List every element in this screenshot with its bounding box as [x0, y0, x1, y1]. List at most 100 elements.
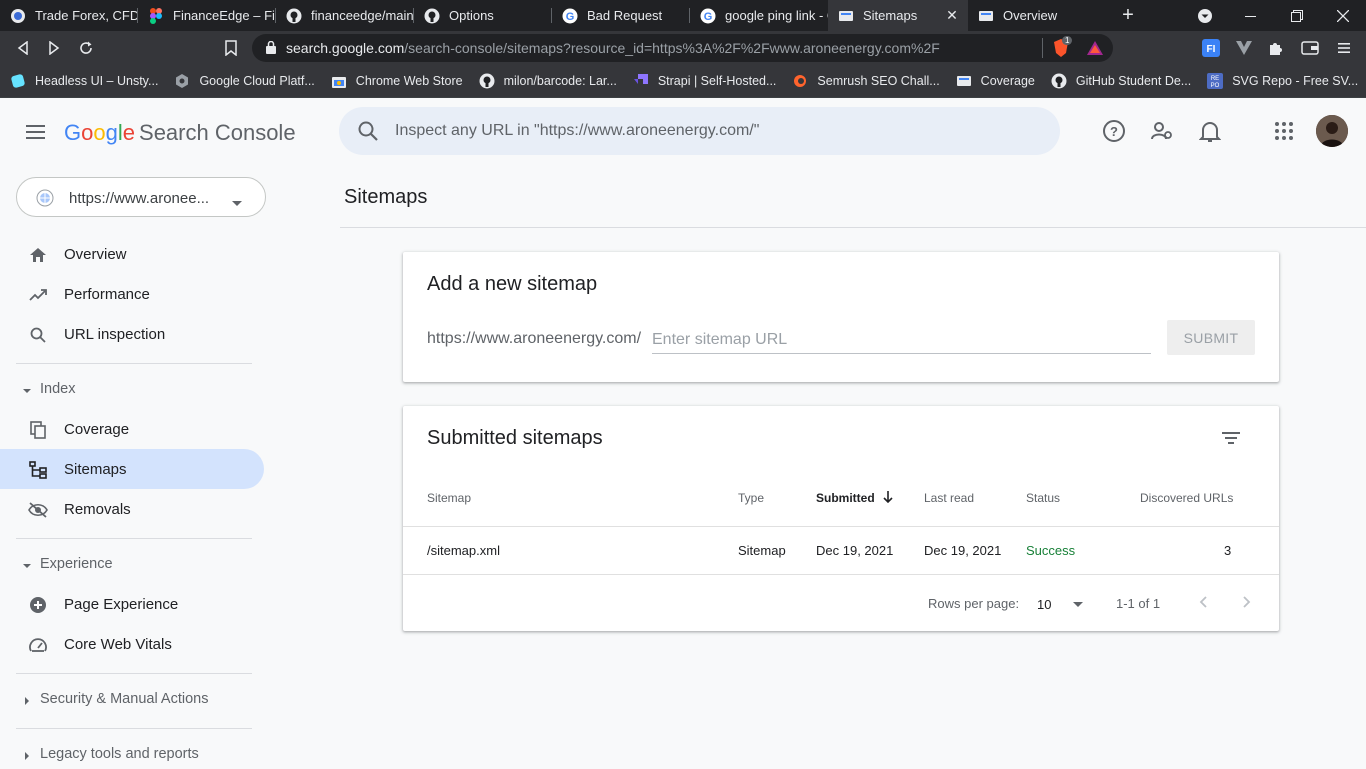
bookmark-item[interactable]: Chrome Web Store [331, 73, 463, 89]
bookmark-icon[interactable] [220, 37, 242, 59]
sidebar-item-label: Removals [64, 501, 131, 518]
column-header-submitted[interactable]: Submitted [816, 491, 893, 506]
avatar[interactable] [1316, 115, 1348, 147]
sidebar-item-page-experience[interactable]: Page Experience [0, 584, 264, 624]
address-bar[interactable]: search.google.com/search-console/sitemap… [252, 34, 1113, 62]
back-icon[interactable] [12, 37, 34, 59]
bookmark-item[interactable]: Headless UI – Unsty... [10, 73, 158, 89]
close-window-icon[interactable] [1320, 0, 1366, 31]
divider [16, 538, 252, 539]
forex-icon [10, 8, 26, 24]
browser-tab-bar: Trade Forex, CFDs a FinanceEdge – Figm f… [0, 0, 1366, 31]
rows-per-page-select[interactable]: 10 [1037, 596, 1084, 612]
section-security-manual-actions[interactable]: Security & Manual Actions [0, 684, 264, 714]
user-settings-icon[interactable] [1149, 118, 1175, 144]
column-header-last-read[interactable]: Last read [924, 491, 974, 505]
browser-tab-active[interactable]: Sitemaps ✕ [828, 0, 968, 31]
sidebar-item-performance[interactable]: Performance [0, 274, 264, 314]
cell-status: Success [1026, 543, 1076, 558]
gcp-icon [174, 73, 190, 89]
sidebar-item-overview[interactable]: Overview [0, 234, 264, 274]
section-experience[interactable]: Experience [0, 549, 264, 579]
browser-tab[interactable]: Options [414, 0, 552, 31]
search-console-page: GoogleSearch Console ? https://www.arone… [0, 98, 1366, 768]
bookmark-item[interactable]: GitHub Student De... [1051, 73, 1191, 89]
section-legacy-tools[interactable]: Legacy tools and reports [0, 739, 264, 769]
extension-v-icon[interactable] [1233, 37, 1255, 59]
previous-page-icon[interactable] [1193, 592, 1213, 612]
property-url: https://www.aronee... [69, 190, 210, 207]
bookmarks-bar: Headless UI – Unsty... Google Cloud Plat… [0, 64, 1366, 98]
brave-rewards-icon[interactable] [1086, 39, 1104, 62]
search-icon[interactable] [357, 120, 379, 147]
next-page-icon[interactable] [1237, 592, 1257, 612]
bookmark-item[interactable]: Google Cloud Platf... [174, 73, 315, 89]
help-icon[interactable]: ? [1101, 118, 1127, 144]
divider [340, 227, 1366, 228]
sidebar-item-coverage[interactable]: Coverage [0, 409, 264, 449]
url-text: search.google.com/search-console/sitemap… [286, 40, 940, 56]
sidebar-item-url-inspection[interactable]: URL inspection [0, 314, 264, 354]
section-label: Index [40, 381, 76, 397]
brave-shield-icon[interactable]: 1 [1052, 36, 1073, 63]
column-header-sitemap[interactable]: Sitemap [427, 491, 471, 505]
submit-button[interactable]: SUBMIT [1167, 320, 1255, 355]
browser-tab[interactable]: G google ping link - G [690, 0, 828, 31]
tab-title: financeedge/main.c [311, 8, 414, 23]
column-header-discovered-urls[interactable]: Discovered URLs [1140, 491, 1233, 505]
search-console-logo[interactable]: Google Search Console [64, 120, 296, 146]
sitemap-url-input[interactable] [652, 326, 1151, 354]
section-label: Experience [40, 556, 113, 572]
minimize-icon[interactable] [1228, 0, 1274, 31]
forward-icon[interactable] [43, 37, 65, 59]
browser-tab[interactable]: G Bad Request [552, 0, 690, 31]
restore-icon[interactable] [1274, 0, 1320, 31]
browser-tab[interactable]: financeedge/main.c [276, 0, 414, 31]
globe-icon [36, 189, 54, 212]
tab-search-icon[interactable] [1182, 0, 1228, 31]
extension-fi-icon[interactable]: FI [1200, 37, 1222, 59]
lock-icon [266, 40, 276, 59]
notifications-icon[interactable] [1197, 118, 1223, 144]
tab-title: Sitemaps [863, 8, 918, 23]
cell-last-read: Dec 19, 2021 [924, 543, 1002, 558]
google-logo-letter: g [105, 120, 118, 145]
filter-icon[interactable] [1219, 426, 1243, 450]
semrush-icon [792, 73, 808, 89]
browser-tab[interactable]: Overview [968, 0, 1106, 31]
apps-grid-icon[interactable] [1271, 118, 1297, 144]
sidebar-item-sitemaps[interactable]: Sitemaps [0, 449, 264, 489]
chevron-down-icon [1073, 596, 1084, 611]
close-tab-icon[interactable]: ✕ [944, 7, 960, 24]
bookmark-item[interactable]: RE PO SVG Repo - Free SV... [1207, 72, 1358, 89]
figma-icon [148, 7, 164, 24]
bookmark-item[interactable]: milon/barcode: Lar... [479, 73, 617, 89]
sidebar-item-label: Performance [64, 286, 150, 303]
google-icon: G [700, 8, 716, 24]
sidebar-item-label: Sitemaps [64, 461, 127, 478]
bookmark-item[interactable]: Semrush SEO Chall... [792, 73, 940, 89]
search-input[interactable] [395, 117, 1035, 145]
bookmark-item[interactable]: Coverage [956, 73, 1035, 89]
browser-tab[interactable]: Trade Forex, CFDs a [0, 0, 138, 31]
new-tab-button[interactable]: + [1108, 0, 1148, 31]
reload-icon[interactable] [75, 37, 97, 59]
wallet-icon[interactable] [1299, 37, 1321, 59]
browser-menu-icon[interactable] [1333, 37, 1355, 59]
browser-tab[interactable]: FinanceEdge – Figm [138, 0, 276, 31]
sidebar-item-core-web-vitals[interactable]: Core Web Vitals [0, 624, 264, 664]
column-header-status[interactable]: Status [1026, 491, 1060, 505]
search-console-icon [956, 73, 972, 89]
main-menu-icon[interactable] [26, 124, 46, 145]
divider [16, 728, 252, 729]
bookmark-label: Headless UI – Unsty... [35, 73, 159, 88]
sidebar-item-removals[interactable]: Removals [0, 489, 264, 529]
url-inspection-search[interactable] [339, 107, 1060, 155]
property-selector[interactable]: https://www.aronee... [16, 177, 266, 217]
sitemap-url-prefix: https://www.aroneenergy.com/ [427, 330, 642, 347]
sitemap-icon [28, 460, 48, 480]
section-index[interactable]: Index [0, 374, 264, 404]
column-header-type[interactable]: Type [738, 491, 764, 505]
extensions-puzzle-icon[interactable] [1265, 37, 1287, 59]
bookmark-item[interactable]: Strapi | Self-Hosted... [633, 73, 776, 89]
